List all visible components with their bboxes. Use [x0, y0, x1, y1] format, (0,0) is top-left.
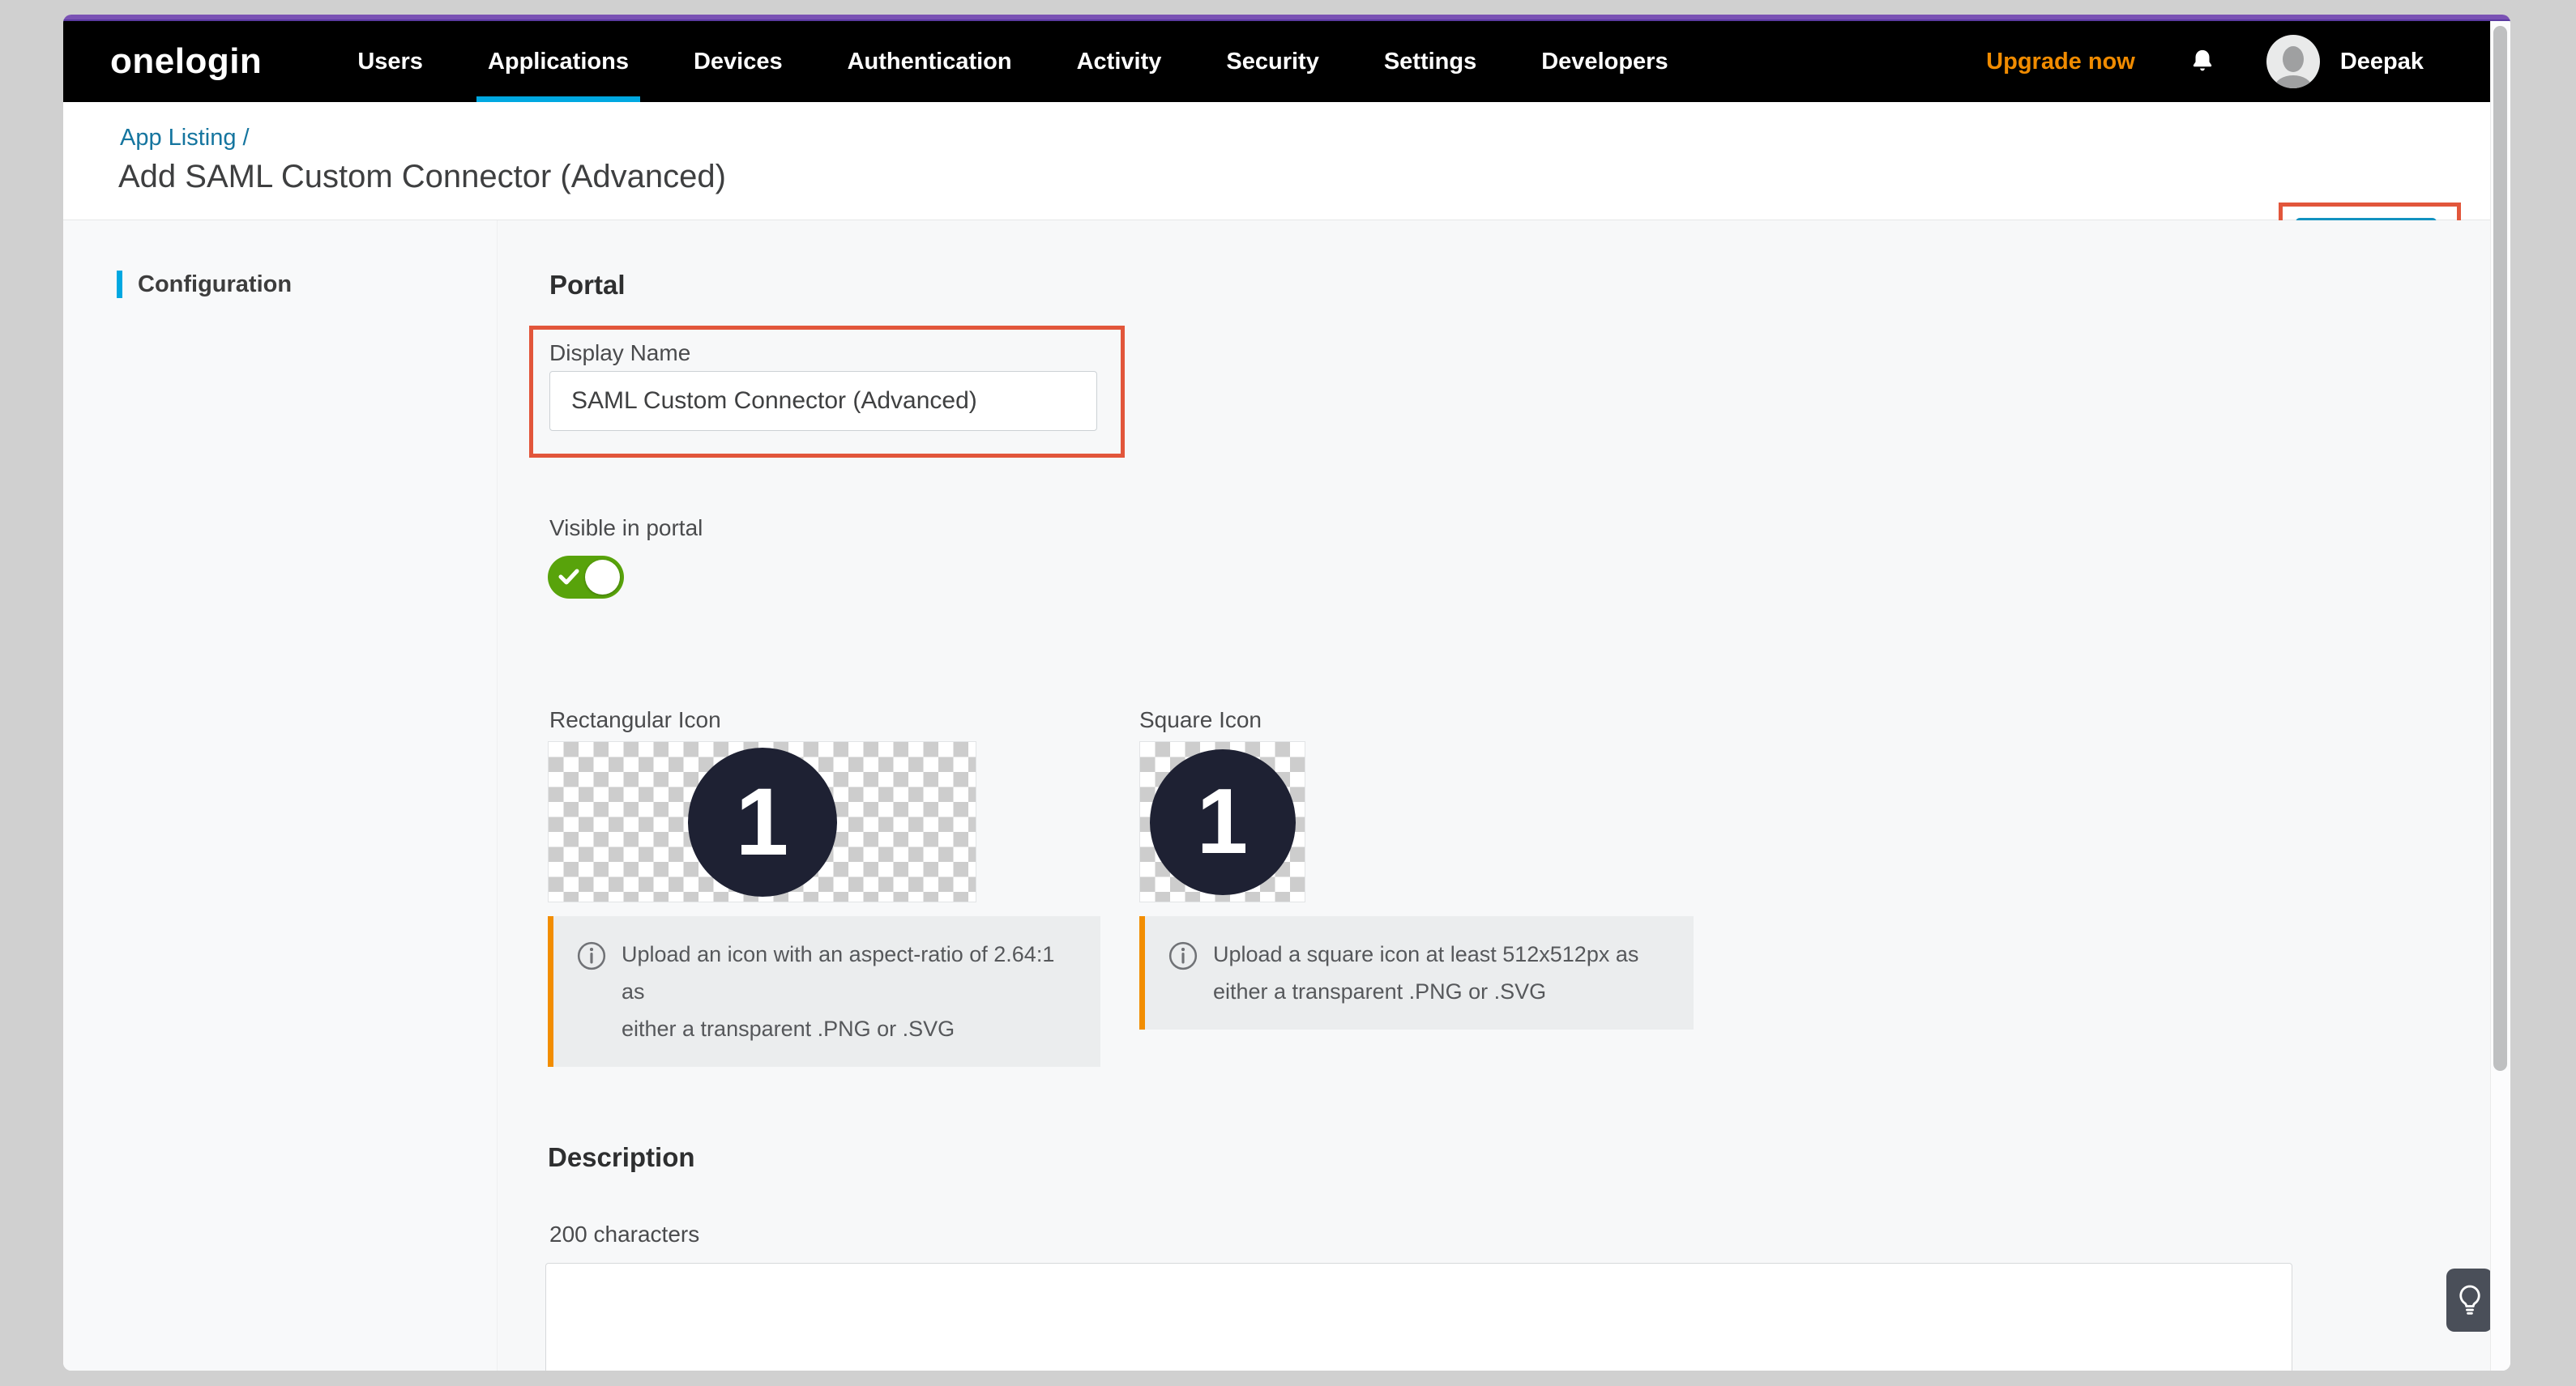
rectangular-icon-label: Rectangular Icon — [549, 707, 721, 733]
info-icon — [1168, 940, 1198, 971]
lightbulb-icon — [2456, 1284, 2484, 1316]
page-header: App Listing / Add SAML Custom Connector … — [63, 102, 2510, 220]
rectangular-icon-note: Upload an icon with an aspect-ratio of 2… — [548, 916, 1100, 1067]
onelogin-number-logo: 1 — [688, 748, 837, 897]
scrollbar-track[interactable] — [2490, 21, 2510, 1371]
note-line: either a transparent .PNG or .SVG — [1213, 973, 1638, 1010]
nav-item-authentication[interactable]: Authentication — [848, 21, 1012, 102]
nav-item-developers[interactable]: Developers — [1541, 21, 1668, 102]
nav-menu: Users Applications Devices Authenticatio… — [357, 21, 1668, 102]
user-avatar[interactable] — [2266, 35, 2320, 88]
nav-item-activity[interactable]: Activity — [1077, 21, 1162, 102]
nav-item-applications[interactable]: Applications — [488, 21, 629, 102]
sidebar: Configuration — [63, 220, 498, 1371]
avatar-shoulders-shape — [2275, 75, 2312, 88]
active-indicator-bar — [117, 271, 122, 298]
help-lightbulb-button[interactable] — [2446, 1269, 2493, 1332]
scrollbar-thumb[interactable] — [2493, 26, 2507, 1071]
nav-item-security[interactable]: Security — [1226, 21, 1318, 102]
square-icon-label: Square Icon — [1139, 707, 1262, 733]
page-title: Add SAML Custom Connector (Advanced) — [118, 159, 726, 195]
display-name-label: Display Name — [549, 340, 690, 366]
nav-item-settings[interactable]: Settings — [1384, 21, 1476, 102]
note-line: either a transparent .PNG or .SVG — [622, 1010, 1081, 1047]
info-icon — [576, 940, 607, 971]
toggle-knob — [585, 560, 620, 595]
check-icon — [558, 567, 579, 586]
nav-item-devices[interactable]: Devices — [694, 21, 783, 102]
display-name-input[interactable] — [549, 371, 1097, 431]
sidebar-item-label: Configuration — [138, 271, 292, 298]
rectangular-icon-upload-area[interactable]: 1 — [548, 741, 976, 902]
onelogin-number-logo: 1 — [1150, 749, 1296, 895]
avatar-head-shape — [2283, 46, 2304, 72]
description-textarea[interactable] — [545, 1263, 2292, 1371]
top-nav-bar: onelogin Users Applications Devices Auth… — [63, 21, 2510, 102]
user-name[interactable]: Deepak — [2340, 49, 2424, 75]
square-icon-note: Upload a square icon at least 512x512px … — [1139, 916, 1694, 1030]
onelogin-logo[interactable]: onelogin — [110, 41, 262, 82]
sidebar-item-configuration[interactable]: Configuration — [63, 262, 497, 306]
topbar-right-cluster: Upgrade now Deepak — [1986, 21, 2424, 102]
note-line: Upload a square icon at least 512x512px … — [1213, 936, 1638, 973]
breadcrumb[interactable]: App Listing / — [120, 125, 250, 151]
note-line: Upload an icon with an aspect-ratio of 2… — [622, 936, 1081, 1010]
notifications-bell-icon[interactable] — [2189, 46, 2216, 77]
portal-section-heading: Portal — [549, 270, 626, 301]
visible-in-portal-label: Visible in portal — [549, 515, 703, 541]
window-top-strip — [63, 15, 2510, 21]
visible-in-portal-toggle[interactable] — [548, 556, 624, 599]
app-window: onelogin Users Applications Devices Auth… — [63, 15, 2510, 1371]
character-count-label: 200 characters — [549, 1222, 699, 1247]
nav-item-users[interactable]: Users — [357, 21, 423, 102]
description-section-heading: Description — [548, 1142, 695, 1173]
square-icon-upload-area[interactable]: 1 — [1139, 741, 1305, 902]
upgrade-now-link[interactable]: Upgrade now — [1986, 49, 2135, 75]
